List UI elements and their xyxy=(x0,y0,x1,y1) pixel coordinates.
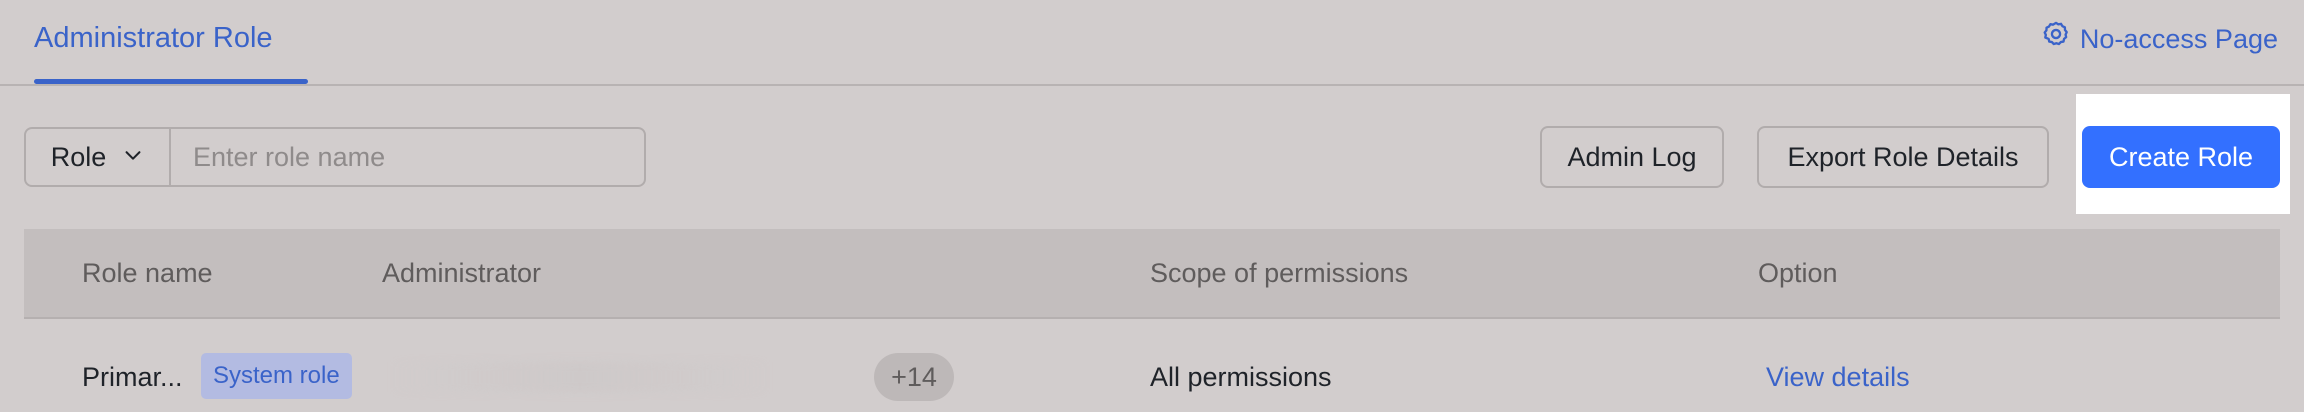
scope-cell: All permissions xyxy=(1150,362,1332,392)
system-role-badge: System role xyxy=(201,353,352,399)
column-header-role-name: Role name xyxy=(82,258,213,288)
tab-administrator-role[interactable]: Administrator Role xyxy=(34,18,273,58)
column-header-administrator: Administrator xyxy=(382,258,542,288)
admin-log-button[interactable]: Admin Log xyxy=(1540,126,1724,188)
role-search-group: Role xyxy=(24,127,646,187)
table-header: Role name Administrator Scope of permiss… xyxy=(24,229,2280,319)
no-access-page-label: No-access Page xyxy=(2079,23,2278,54)
export-role-details-button[interactable]: Export Role Details xyxy=(1757,126,2049,188)
header-divider xyxy=(0,84,2304,86)
view-details-link[interactable]: View details xyxy=(1766,357,1910,397)
administrator-more-count[interactable]: +14 xyxy=(874,353,954,401)
gear-icon xyxy=(2042,20,2070,57)
create-role-button[interactable]: Create Role xyxy=(2082,126,2280,188)
column-header-option: Option xyxy=(1758,258,1838,288)
role-filter-value: Role xyxy=(50,141,107,172)
role-name-search-input[interactable] xyxy=(171,129,644,185)
role-name-cell: Primar... xyxy=(82,362,183,392)
administrator-names-blurred xyxy=(390,362,770,392)
role-filter-select[interactable]: Role xyxy=(26,129,171,185)
no-access-page-link[interactable]: No-access Page xyxy=(2042,20,2278,57)
chevron-down-icon xyxy=(122,142,144,173)
column-header-scope: Scope of permissions xyxy=(1150,258,1409,288)
